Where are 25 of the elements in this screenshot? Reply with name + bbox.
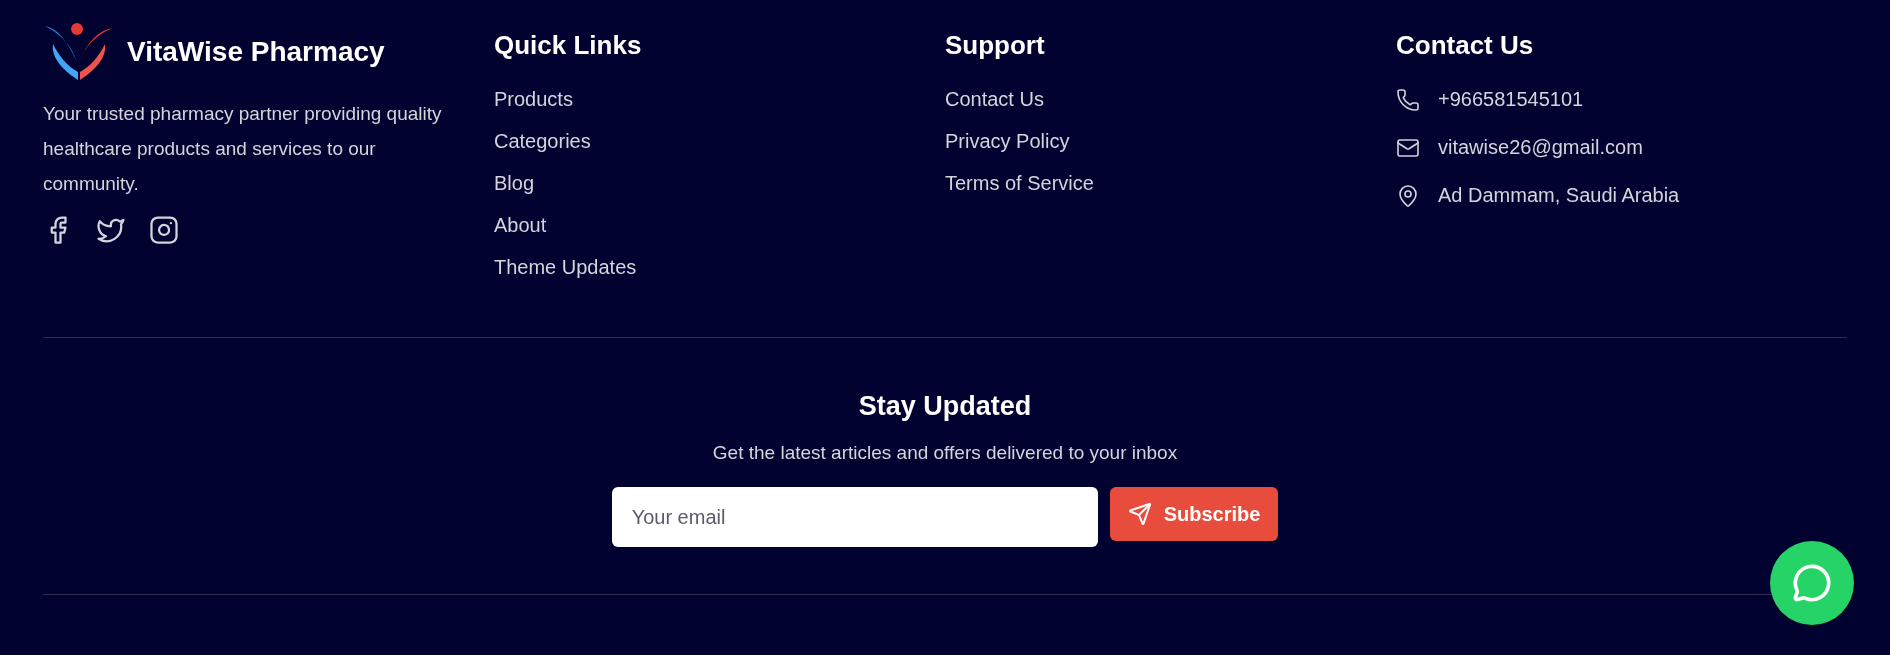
column-heading: Support (945, 29, 1046, 62)
contact-text: vitawise26@gmail.com (1438, 135, 1643, 160)
footer-link[interactable]: Privacy Policy (945, 127, 1396, 156)
footer-link[interactable]: Blog (494, 169, 945, 198)
email-field[interactable]: Your email (611, 487, 1098, 547)
footer-link[interactable]: Terms of Service (945, 169, 1396, 198)
contact-text: +966581545101 (1438, 87, 1584, 112)
send-icon (1127, 502, 1152, 526)
contact-text: Ad Dammam, Saudi Arabia (1438, 183, 1680, 208)
newsletter-title: Stay Updated (858, 390, 1032, 423)
footer-link[interactable]: Categories (494, 127, 945, 156)
footer-link[interactable]: Contact Us (945, 85, 1396, 114)
instagram-icon[interactable] (149, 215, 179, 245)
map-pin-icon (1396, 183, 1420, 208)
column-heading: Contact Us (1396, 29, 1535, 62)
footer-link[interactable]: Theme Updates (494, 253, 945, 282)
phone-icon (1396, 87, 1420, 112)
column-heading: Quick Links (494, 29, 643, 62)
footer-link[interactable]: About (494, 211, 945, 240)
brand-name: VitaWise Pharmacy (127, 35, 385, 69)
newsletter-subtitle: Get the latest articles and offers delivered to your inbox (712, 440, 1178, 465)
brand-description: Your trusted pharmacy partner providing quality healthcare products and services to our community. (43, 102, 443, 196)
footer-link[interactable]: Products (494, 85, 945, 114)
subscribe-button[interactable]: Subscribe (1109, 487, 1279, 541)
chat-icon (1792, 563, 1832, 603)
